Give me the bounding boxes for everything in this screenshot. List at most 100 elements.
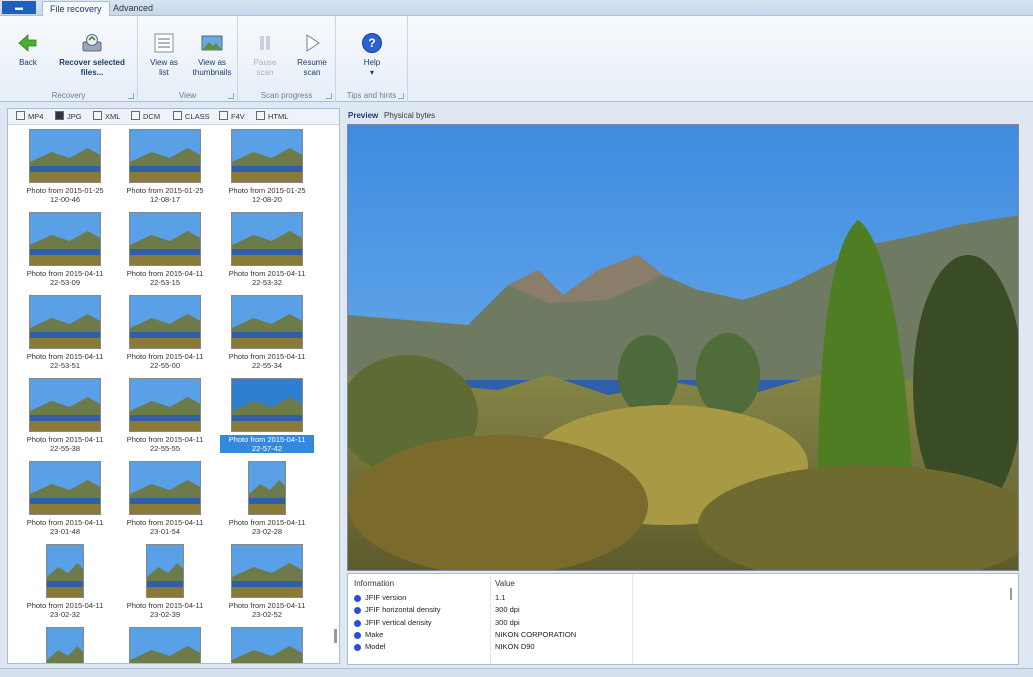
thumbnail-item[interactable]: Photo from 2015-01-25 12-08-20 [220,129,314,204]
view-as-thumbnails-button[interactable]: View as thumbnails [188,32,236,78]
thumbnail-item[interactable]: Photo from 2015-04-11 22-53-15 [118,212,212,287]
photo-thumbnail-image [231,129,303,183]
tab-file-recovery[interactable]: File recovery [42,1,110,16]
thumbnail-item[interactable] [18,627,112,663]
group-label-scan-progress: Scan progress [260,91,313,100]
thumbnail-caption-date: Photo from 2015-04-11 [228,269,306,278]
info-row[interactable]: JFIF horizontal density 300 dpi [348,604,1018,616]
thumbnail-caption-time: 12-08-17 [149,195,181,204]
thumbnail-item[interactable]: Photo from 2015-04-11 23-02-32 [18,544,112,619]
file-info-panel: Information Value JFIF version 1.1 JFIF ho… [347,573,1019,665]
filter-html[interactable]: HTML [256,111,288,123]
filter-dcm[interactable]: DCM [131,111,160,123]
thumbnail-scrollbar[interactable] [334,629,337,643]
info-value: NIKON D90 [495,642,535,652]
class-file-icon [173,111,182,120]
photo-thumbnail-image [29,378,101,432]
info-value: 300 dpi [495,617,520,627]
filter-xml[interactable]: XML [93,111,120,123]
thumbnail-caption: Photo from 2015-04-11 22-55-55 [118,435,212,453]
recovery-group-launcher[interactable] [128,93,134,99]
photo-thumbnail-image [129,129,201,183]
tab-physical-bytes[interactable]: Physical bytes [384,110,435,122]
thumbnail-caption-date: Photo from 2015-04-11 [26,352,104,361]
thumbnail-caption: Photo from 2015-04-11 22-53-51 [18,352,112,370]
recover-selected-label-2: files... [80,68,104,77]
svg-text:?: ? [368,36,375,50]
filter-f4v[interactable]: F4V [219,111,245,123]
status-bar [0,668,1033,677]
info-scrollbar[interactable] [1010,588,1012,600]
thumbnail-caption: Photo from 2015-04-11 23-02-32 [18,601,112,619]
thumbnail-item[interactable]: Photo from 2015-04-11 23-01-48 [18,461,112,536]
view-group-launcher[interactable] [228,93,234,99]
info-row[interactable]: Make NIKON CORPORATION [348,629,1018,641]
thumbnail-caption-date: Photo from 2015-04-11 [26,435,104,444]
resume-scan-label-1: Resume [297,58,327,67]
tips-group-launcher[interactable] [398,93,404,99]
view-as-list-button[interactable]: View as list [144,32,184,78]
help-button[interactable]: ? Help ▾ [352,32,392,78]
thumbnail-item[interactable]: Photo from 2015-04-11 22-55-00 [118,295,212,370]
html-file-icon [256,111,265,120]
thumbnail-item[interactable]: Photo from 2015-04-11 22-53-09 [18,212,112,287]
ribbon-tab-bar: ▬ File recovery Advanced [0,0,1033,16]
thumbnail-item[interactable]: Photo from 2015-04-11 22-55-38 [18,378,112,453]
filter-mp4-label: MP4 [28,112,44,121]
group-label-view: View [178,91,197,100]
thumbnail-item[interactable]: Photo from 2015-04-11 22-53-51 [18,295,112,370]
thumbnail-item[interactable]: Photo from 2015-04-11 23-02-28 [220,461,314,536]
tab-advanced[interactable]: Advanced [106,1,160,16]
thumbnail-caption-time: 22-53-51 [49,361,81,370]
view-as-thumbnails-label-2: thumbnails [192,68,232,77]
thumbnail-item[interactable]: Photo from 2015-01-25 12-08-17 [118,129,212,204]
view-as-list-label-1: View as [150,58,178,67]
thumbnail-caption-date: Photo from 2015-04-11 [126,435,204,444]
help-dropdown-icon[interactable]: ▾ [352,68,392,78]
filter-jpg[interactable]: JPG [55,111,82,123]
thumbnail-caption: Photo from 2015-04-11 22-53-15 [118,269,212,287]
photo-thumbnail-image [231,212,303,266]
back-arrow-icon [18,34,37,52]
scan-progress-group-launcher[interactable] [326,93,332,99]
info-row[interactable]: JFIF version 1.1 [348,592,1018,604]
pause-scan-button[interactable]: Pause scan [246,32,284,78]
filter-class[interactable]: CLASS [173,111,210,123]
thumbnail-caption-time: 23-02-28 [251,527,283,536]
thumbnail-caption-time: 23-02-32 [49,610,81,619]
recover-selected-files-button[interactable]: Recover selected files... [52,32,132,78]
info-header-information: Information [354,579,395,588]
thumbnail-item[interactable]: Photo from 2015-04-11 22-55-34 [220,295,314,370]
app-menu-button[interactable]: ▬ [2,1,36,14]
thumbnail-item[interactable] [220,627,314,663]
info-row[interactable]: Model NIKON D90 [348,641,1018,653]
thumbnail-item[interactable]: Photo from 2015-04-11 22-57-42 [220,378,314,453]
thumbnail-item[interactable]: Photo from 2015-04-11 23-01-54 [118,461,212,536]
info-row[interactable]: JFIF vertical density 300 dpi [348,617,1018,629]
info-bullet-icon [354,595,361,602]
group-label-recovery: Recovery [51,91,86,100]
thumbnail-item[interactable]: Photo from 2015-04-11 23-02-39 [118,544,212,619]
thumbnail-caption-time: 23-02-39 [149,610,181,619]
play-icon [306,34,320,52]
thumbnail-item[interactable]: Photo from 2015-04-11 23-02-52 [220,544,314,619]
thumbnail-item[interactable] [118,627,212,663]
thumbnail-caption: Photo from 2015-04-11 22-55-34 [220,352,314,370]
back-label: Back [19,58,37,67]
thumbnail-item[interactable]: Photo from 2015-04-11 22-53-32 [220,212,314,287]
thumbnail-item[interactable]: Photo from 2015-04-11 22-55-55 [118,378,212,453]
filter-mp4[interactable]: MP4 [16,111,43,123]
thumbnail-caption-time: 22-53-09 [49,278,81,287]
thumbnail-caption-date: Photo from 2015-04-11 [228,601,306,610]
filter-jpg-label: JPG [67,112,82,121]
thumbnail-caption-time: 23-01-54 [149,527,181,536]
back-button[interactable]: Back [8,32,48,68]
thumbnail-grid: Photo from 2015-01-25 12-00-46 Photo from … [8,126,326,663]
tab-preview[interactable]: Preview [348,110,378,122]
thumbnail-item[interactable]: Photo from 2015-01-25 12-00-46 [18,129,112,204]
resume-scan-button[interactable]: Resume scan [292,32,332,78]
info-value: 1.1 [495,593,506,602]
thumbnail-caption-date: Photo from 2015-04-11 [126,601,204,610]
photo-thumbnail-image [129,212,201,266]
thumbnails-view-icon [201,35,223,51]
